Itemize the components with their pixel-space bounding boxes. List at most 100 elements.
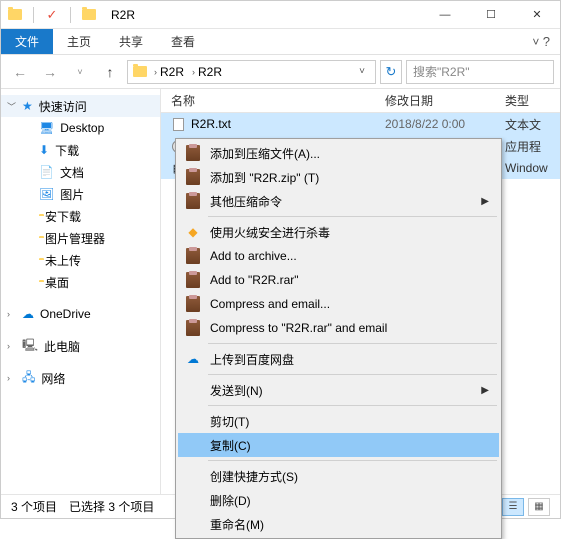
sidebar-item-desktop[interactable]: 🖥Desktop [1, 117, 160, 139]
menu-item-huorong-av[interactable]: ◆ 使用火绒安全进行杀毒 [178, 220, 499, 244]
archive-icon [184, 192, 202, 210]
search-placeholder: 搜索"R2R" [413, 63, 470, 80]
menu-item-compress-email[interactable]: Compress and email... [178, 292, 499, 316]
sidebar-item-label: 网络 [41, 370, 65, 387]
tab-view[interactable]: 查看 [157, 29, 209, 54]
menu-item-add-to-archive[interactable]: Add to archive... [178, 244, 499, 268]
explorer-window: ✓ R2R — ☐ ✕ 文件 主页 共享 查看 ˅ ? ← → ˅ ↑ › R2… [0, 0, 561, 519]
sidebar-item-quick-access[interactable]: ﹀★ 快速访问 [1, 95, 160, 117]
menu-item-send-to[interactable]: 发送到(N)▶ [178, 378, 499, 402]
refresh-button[interactable]: ↻ [380, 60, 402, 84]
menu-item-add-archive[interactable]: 添加到压缩文件(A)... [178, 141, 499, 165]
menu-item-label: 使用火绒安全进行杀毒 [210, 224, 330, 241]
menu-item-label: Compress to "R2R.rar" and email [210, 321, 387, 335]
sidebar-item-network[interactable]: ›🖧网络 [1, 367, 160, 389]
cloud-icon: ☁ [22, 307, 34, 321]
minimize-button[interactable]: — [422, 1, 468, 29]
sidebar-item-label: 文档 [60, 164, 84, 181]
document-icon: 📄 [39, 165, 54, 179]
menu-separator [208, 216, 497, 217]
sidebar-item-onedrive[interactable]: ›☁OneDrive [1, 303, 160, 325]
column-header-type[interactable]: 类型 [505, 92, 560, 109]
network-icon: 🖧 [22, 368, 35, 389]
sidebar-item-folder[interactable]: 图片管理器 [1, 227, 160, 249]
star-icon: ★ [22, 99, 33, 113]
sidebar-item-pictures[interactable]: 🖼图片 [1, 183, 160, 205]
menu-item-label: 其他压缩命令 [210, 193, 282, 210]
menu-item-label: 重命名(M) [210, 516, 264, 533]
archive-icon [184, 144, 202, 162]
menu-item-delete[interactable]: 删除(D) [178, 488, 499, 512]
status-item-count: 3 个项目 [11, 498, 57, 515]
archive-icon [184, 247, 202, 265]
file-name: R2R.txt [191, 117, 231, 131]
menu-item-label: Add to "R2R.rar" [210, 273, 299, 287]
up-button[interactable]: ↑ [97, 60, 123, 84]
file-type: Window [505, 161, 560, 175]
tab-home[interactable]: 主页 [53, 29, 105, 54]
window-controls: — ☐ ✕ [422, 1, 560, 29]
titlebar: ✓ R2R — ☐ ✕ [1, 1, 560, 29]
file-type: 文本文 [505, 116, 560, 133]
quick-access-toolbar: ✓ R2R [1, 7, 135, 23]
details-view-button[interactable]: ☰ [502, 498, 524, 516]
archive-icon [184, 168, 202, 186]
sidebar-item-downloads[interactable]: ⬇下载 [1, 139, 160, 161]
archive-icon [184, 319, 202, 337]
sidebar-item-folder[interactable]: 安下载 [1, 205, 160, 227]
menu-separator [208, 374, 497, 375]
menu-item-label: 上传到百度网盘 [210, 351, 294, 368]
sidebar-item-label: OneDrive [40, 307, 91, 321]
file-row[interactable]: R2R.txt 2018/8/22 0:00 文本文 [161, 113, 560, 135]
menu-item-add-to-zip[interactable]: 添加到 "R2R.zip" (T) [178, 165, 499, 189]
tab-share[interactable]: 共享 [105, 29, 157, 54]
sidebar-item-label: 桌面 [45, 274, 69, 291]
breadcrumb[interactable]: › R2R [190, 65, 224, 79]
back-button[interactable]: ← [7, 60, 33, 84]
download-icon: ⬇ [39, 143, 49, 157]
search-input[interactable]: 搜索"R2R" [406, 60, 554, 84]
menu-item-add-to-rar[interactable]: Add to "R2R.rar" [178, 268, 499, 292]
file-date: 2018/8/22 0:00 [385, 117, 505, 131]
sidebar-item-folder[interactable]: 桌面 [1, 271, 160, 293]
menu-item-create-shortcut[interactable]: 创建快捷方式(S) [178, 464, 499, 488]
text-file-icon [171, 117, 185, 131]
picture-icon: 🖼 [39, 187, 54, 201]
tab-file[interactable]: 文件 [1, 29, 53, 54]
sidebar-item-folder[interactable]: 未上传 [1, 249, 160, 271]
breadcrumb[interactable]: › R2R [152, 65, 186, 79]
menu-item-label: 复制(C) [210, 437, 251, 454]
sidebar-item-label: 未上传 [45, 252, 81, 269]
maximize-button[interactable]: ☐ [468, 1, 514, 29]
menu-item-label: 创建快捷方式(S) [210, 468, 298, 485]
file-type: 应用程 [505, 138, 560, 155]
menu-item-other-compress[interactable]: 其他压缩命令▶ [178, 189, 499, 213]
menu-item-compress-rar-email[interactable]: Compress to "R2R.rar" and email [178, 316, 499, 340]
chevron-right-icon: ▶ [481, 385, 499, 396]
menu-separator [208, 343, 497, 344]
menu-item-label: Compress and email... [210, 297, 330, 311]
sidebar-item-documents[interactable]: 📄 文档 [1, 161, 160, 183]
ribbon-expand-button[interactable]: ˅ ? [522, 29, 560, 54]
menu-item-label: 添加到 "R2R.zip" (T) [210, 169, 319, 186]
properties-icon[interactable]: ✓ [44, 8, 60, 22]
forward-button[interactable]: → [37, 60, 63, 84]
address-dropdown-button[interactable]: ˅ [353, 66, 371, 77]
column-header-date[interactable]: 修改日期 [385, 92, 505, 109]
icons-view-button[interactable]: ▦ [528, 498, 550, 516]
shield-icon: ◆ [184, 223, 202, 241]
sidebar-item-this-pc[interactable]: ›🖳此电脑 [1, 335, 160, 357]
menu-item-label: Add to archive... [210, 249, 297, 263]
breadcrumb-label: R2R [198, 65, 222, 79]
close-button[interactable]: ✕ [514, 1, 560, 29]
folder-icon [81, 8, 97, 22]
menu-item-upload-baidu[interactable]: ☁上传到百度网盘 [178, 347, 499, 371]
menu-item-cut[interactable]: 剪切(T) [178, 409, 499, 433]
menu-separator [208, 460, 497, 461]
status-selected-count: 已选择 3 个项目 [69, 498, 154, 515]
column-header-name[interactable]: 名称 [161, 92, 385, 109]
menu-item-rename[interactable]: 重命名(M) [178, 512, 499, 536]
recent-locations-button[interactable]: ˅ [67, 60, 93, 84]
address-bar[interactable]: › R2R › R2R ˅ [127, 60, 376, 84]
menu-item-copy[interactable]: 复制(C) [178, 433, 499, 457]
